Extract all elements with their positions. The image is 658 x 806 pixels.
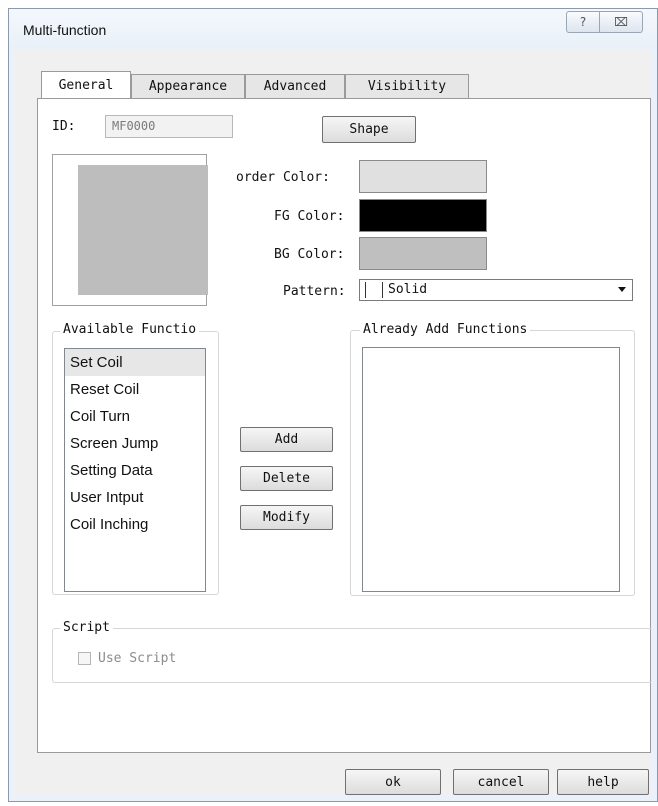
bg-color-button[interactable] xyxy=(359,237,487,270)
available-functions-title: Available Functio xyxy=(60,322,200,337)
ok-button[interactable]: ok xyxy=(345,769,441,795)
border-color-button[interactable] xyxy=(359,160,487,193)
pattern-label: Pattern: xyxy=(283,284,346,299)
pattern-select[interactable]: Solid xyxy=(359,279,633,301)
help-icon[interactable]: ? xyxy=(566,11,600,33)
pattern-swatch xyxy=(365,282,382,298)
dialog-client: General Appearance Advanced Visibility I… xyxy=(13,49,652,795)
chevron-down-icon xyxy=(618,287,626,292)
list-item[interactable]: Coil Inching xyxy=(65,511,205,538)
already-functions-title: Already Add Functions xyxy=(360,322,531,337)
available-functions-list[interactable]: Set Coil Reset Coil Coil Turn Screen Jum… xyxy=(64,348,206,592)
modify-button[interactable]: Modify xyxy=(240,505,333,530)
fg-color-label: FG Color: xyxy=(274,209,345,224)
pattern-value: Solid xyxy=(388,282,428,297)
window-title: Multi-function xyxy=(23,22,107,38)
close-icon[interactable]: ⌧ xyxy=(599,11,643,33)
list-item[interactable]: Set Coil xyxy=(65,349,205,376)
general-panel: ID: MF0000 Shape order Color: FG Color: … xyxy=(37,98,652,753)
multi-function-dialog: Multi-function ? ⌧ General Appearance Ad… xyxy=(8,8,658,802)
list-item[interactable]: Screen Jump xyxy=(65,430,205,457)
id-label: ID: xyxy=(52,119,76,134)
use-script-checkbox[interactable] xyxy=(78,652,91,665)
list-item[interactable]: User Intput xyxy=(65,484,205,511)
tab-general[interactable]: General xyxy=(41,71,131,98)
tab-visibility[interactable]: Visibility xyxy=(345,74,469,98)
title-bar: Multi-function ? ⌧ xyxy=(9,9,657,49)
delete-button[interactable]: Delete xyxy=(240,466,333,491)
shape-preview-frame xyxy=(52,154,208,306)
shape-preview xyxy=(78,165,208,295)
script-title: Script xyxy=(60,620,113,635)
tab-appearance[interactable]: Appearance xyxy=(131,74,245,98)
bg-color-label: BG Color: xyxy=(274,247,345,262)
tab-advanced[interactable]: Advanced xyxy=(245,74,345,98)
pattern-separator xyxy=(382,282,383,298)
help-button[interactable]: help xyxy=(557,769,649,795)
border-color-label: order Color: xyxy=(236,170,330,185)
already-functions-list[interactable] xyxy=(362,347,620,592)
list-item[interactable]: Setting Data xyxy=(65,457,205,484)
cancel-button[interactable]: cancel xyxy=(453,769,549,795)
list-item[interactable]: Reset Coil xyxy=(65,376,205,403)
id-field: MF0000 xyxy=(105,115,233,138)
fg-color-button[interactable] xyxy=(359,199,487,232)
use-script-label: Use Script xyxy=(98,651,177,666)
shape-button[interactable]: Shape xyxy=(322,116,416,143)
add-button[interactable]: Add xyxy=(240,427,333,452)
list-item[interactable]: Coil Turn xyxy=(65,403,205,430)
